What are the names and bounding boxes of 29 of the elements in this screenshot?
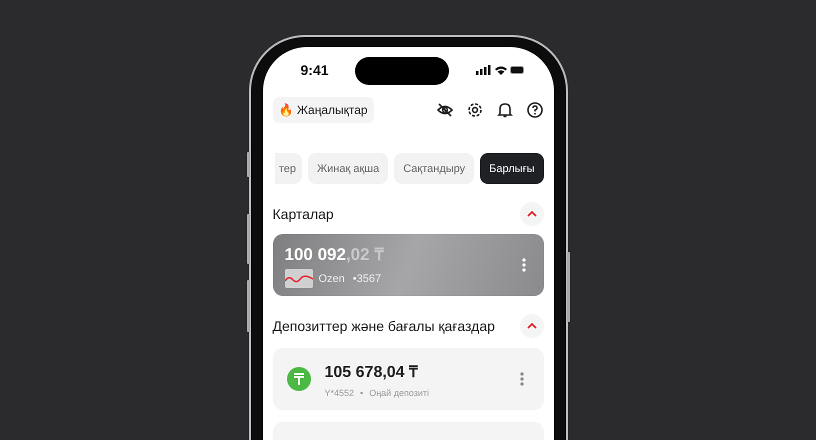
card-balance: 100 092 — [284, 245, 346, 264]
chevron-icon — [526, 323, 536, 329]
separator-dot: • — [360, 388, 364, 398]
deposit-name: Оңай депозиті — [369, 388, 430, 398]
collapse-button[interactable] — [520, 202, 544, 226]
section-title: Карталар — [272, 206, 334, 222]
filter-chip[interactable]: Барлығы — [480, 153, 544, 184]
filter-chip[interactable]: Сақтандыру — [394, 153, 474, 184]
chevron-icon — [526, 211, 536, 217]
section-title: Депозиттер және бағалы қағаздар — [272, 318, 495, 334]
deposit-number: Y*4552 — [324, 388, 354, 398]
filter-chip[interactable]: тер — [274, 153, 302, 184]
help-icon[interactable] — [526, 101, 544, 119]
tenge-icon — [286, 367, 310, 391]
status-time: 9:41 — [300, 62, 329, 78]
news-button[interactable]: 🔥 Жаңалықтар — [272, 97, 374, 123]
card-number: •3567 — [352, 272, 382, 284]
bell-icon[interactable] — [496, 101, 514, 119]
card-thumbnail-icon — [284, 269, 312, 288]
more-icon[interactable] — [522, 258, 526, 272]
eye-off-icon[interactable] — [436, 101, 454, 119]
settings-icon[interactable] — [466, 101, 484, 119]
filter-chip[interactable]: Жинақ ақша — [308, 153, 388, 184]
deposit-balance: 105 678,04 ₸ — [324, 363, 420, 382]
status-icons — [476, 64, 526, 76]
more-icon[interactable] — [520, 372, 524, 386]
deposit-card[interactable]: 105 678,04 ₸ Y*4552 • Оңай депозиті — [272, 348, 544, 410]
card-name: Ozen — [318, 272, 345, 284]
collapse-button[interactable] — [520, 314, 544, 338]
